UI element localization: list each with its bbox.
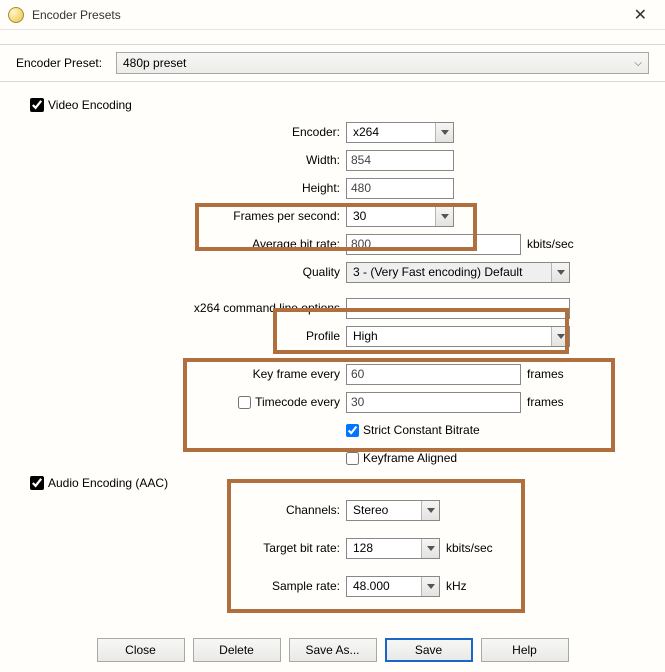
- encoder-label: Encoder:: [16, 125, 346, 139]
- delete-button[interactable]: Delete: [193, 638, 281, 662]
- encoder-preset-select[interactable]: 480p preset ⌵: [116, 52, 649, 74]
- chevron-down-icon: ⌵: [634, 58, 642, 69]
- sample-rate-label: Sample rate:: [16, 579, 346, 593]
- keyframe-aligned-checkbox[interactable]: [346, 452, 359, 465]
- keyframe-aligned-label: Keyframe Aligned: [363, 451, 457, 465]
- encoder-preset-label: Encoder Preset:: [16, 56, 116, 70]
- timecode-label: Timecode every: [255, 395, 340, 409]
- save-as-button[interactable]: Save As...: [289, 638, 377, 662]
- quality-label: Quality: [16, 265, 346, 279]
- profile-value: High: [353, 329, 378, 343]
- height-input[interactable]: [346, 178, 454, 199]
- chevron-down-icon: [551, 263, 569, 282]
- timecode-unit: frames: [527, 395, 564, 409]
- target-bitrate-label: Target bit rate:: [16, 541, 346, 555]
- keyframe-label: Key frame every: [16, 367, 346, 381]
- profile-label: Profile: [16, 329, 346, 343]
- channels-value: Stereo: [353, 503, 388, 517]
- target-bitrate-select[interactable]: 128: [346, 538, 440, 559]
- sample-rate-value: 48.000: [353, 579, 390, 593]
- keyframe-unit: frames: [527, 367, 564, 381]
- audio-encoding-label: Audio Encoding (AAC): [48, 476, 168, 490]
- chevron-down-icon: [435, 123, 453, 142]
- window-title: Encoder Presets: [32, 8, 121, 22]
- timecode-checkbox[interactable]: [238, 396, 251, 409]
- strict-cbr-label: Strict Constant Bitrate: [363, 423, 480, 437]
- target-bitrate-value: 128: [353, 541, 373, 555]
- close-icon[interactable]: ✕: [624, 1, 657, 29]
- chevron-down-icon: [421, 539, 439, 558]
- video-encoding-label: Video Encoding: [48, 98, 132, 112]
- profile-select[interactable]: High: [346, 326, 570, 347]
- width-label: Width:: [16, 153, 346, 167]
- timecode-input[interactable]: [346, 392, 521, 413]
- chevron-down-icon: [435, 207, 453, 226]
- quality-value: 3 - (Very Fast encoding) Default: [353, 265, 522, 279]
- sample-rate-select[interactable]: 48.000: [346, 576, 440, 597]
- strict-cbr-checkbox[interactable]: [346, 424, 359, 437]
- close-button[interactable]: Close: [97, 638, 185, 662]
- fps-label: Frames per second:: [16, 209, 346, 223]
- target-bitrate-unit: kbits/sec: [446, 541, 493, 555]
- keyframe-input[interactable]: [346, 364, 521, 385]
- chevron-down-icon: [421, 577, 439, 596]
- encoder-preset-value: 480p preset: [123, 56, 186, 70]
- channels-label: Channels:: [16, 503, 346, 517]
- save-button[interactable]: Save: [385, 638, 473, 662]
- encoder-value: x264: [353, 125, 379, 139]
- bitrate-unit: kbits/sec: [527, 237, 574, 251]
- channels-select[interactable]: Stereo: [346, 500, 440, 521]
- divider: [0, 81, 665, 82]
- chevron-down-icon: [421, 501, 439, 520]
- video-encoding-checkbox[interactable]: [30, 98, 44, 112]
- bitrate-input[interactable]: [346, 234, 521, 255]
- width-input[interactable]: [346, 150, 454, 171]
- cmdline-input[interactable]: [346, 298, 570, 319]
- encoder-select[interactable]: x264: [346, 122, 454, 143]
- chevron-down-icon: [551, 327, 569, 346]
- quality-select[interactable]: 3 - (Very Fast encoding) Default: [346, 262, 570, 283]
- cmdline-label: x264 command line options: [16, 301, 346, 315]
- fps-value: 30: [353, 209, 366, 223]
- sample-rate-unit: kHz: [446, 579, 467, 593]
- fps-select[interactable]: 30: [346, 206, 454, 227]
- app-icon: [8, 7, 24, 23]
- bitrate-label: Average bit rate:: [16, 237, 346, 251]
- divider: [0, 44, 665, 45]
- help-button[interactable]: Help: [481, 638, 569, 662]
- audio-encoding-checkbox[interactable]: [30, 476, 44, 490]
- height-label: Height:: [16, 181, 346, 195]
